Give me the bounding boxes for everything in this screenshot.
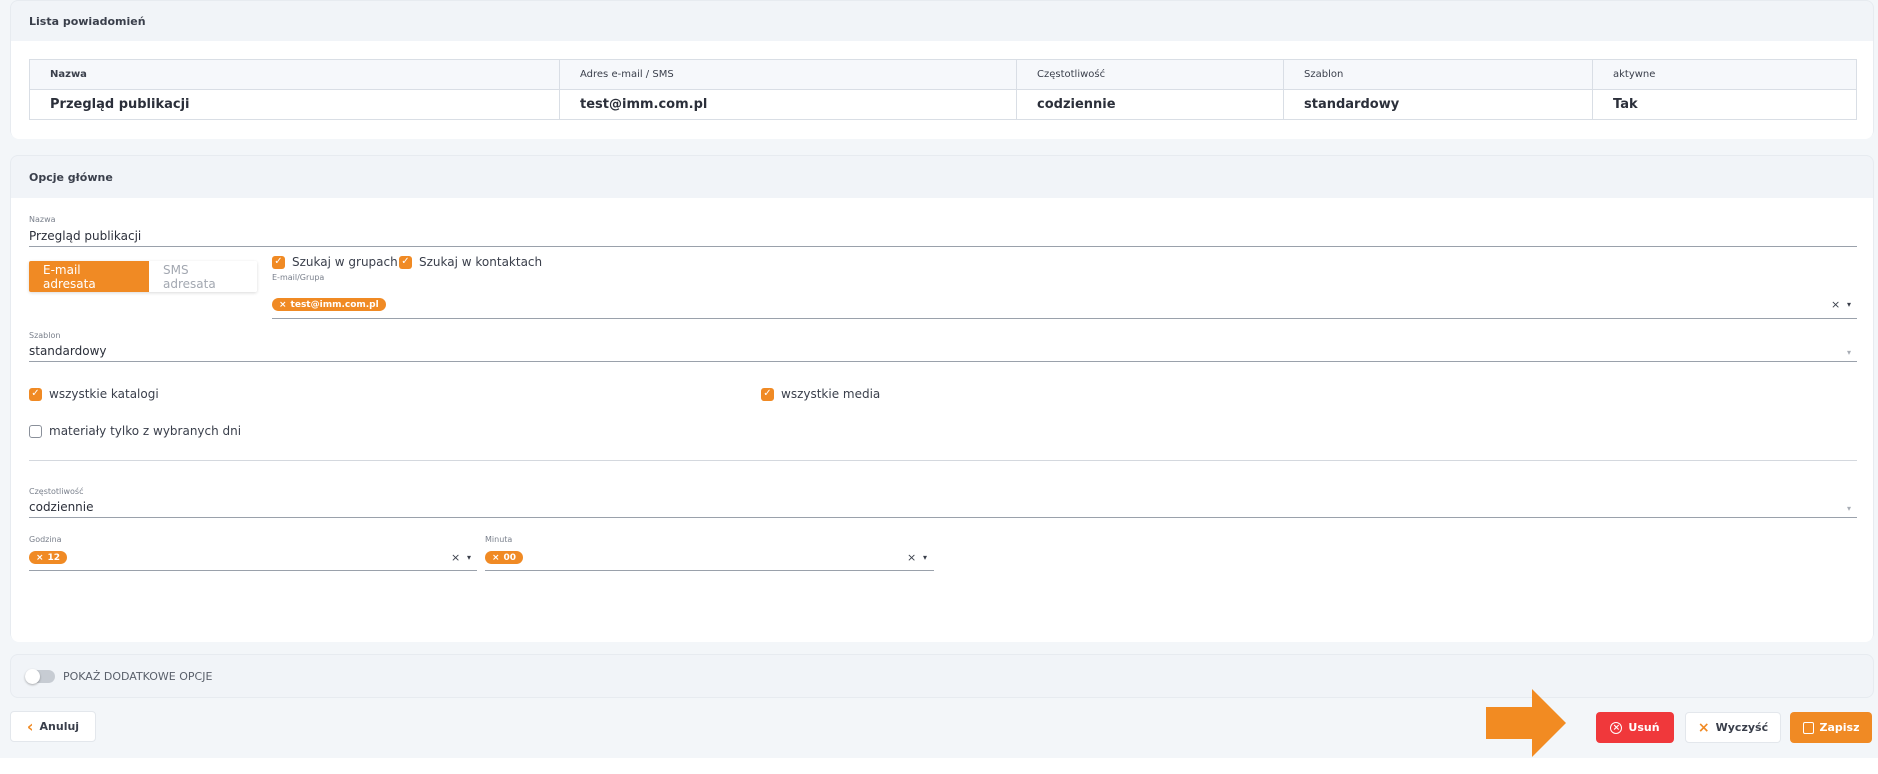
checkbox-box (29, 424, 42, 438)
clear-button[interactable]: × Wyczyść (1685, 712, 1781, 743)
arrow-right-icon (1486, 689, 1566, 757)
name-label: Nazwa (29, 215, 56, 224)
notifications-title: Lista powiadomień (29, 14, 146, 28)
extra-options-card: POKAŻ DODATKOWE OPCJE (10, 654, 1874, 698)
check-icon: ✓ (399, 255, 412, 269)
page: Lista powiadomień Nazwa Adres e-mail / S… (0, 0, 1878, 758)
notifications-table: Nazwa Adres e-mail / SMS Częstotliwość S… (29, 59, 1857, 120)
check-icon: ✓ (272, 255, 285, 269)
main-options-card: Opcje główne Nazwa Przegląd publikacji E… (10, 155, 1874, 642)
toggle-knob (25, 669, 40, 684)
hour-select[interactable] (29, 548, 477, 571)
hour-chip[interactable]: × 12 (29, 551, 68, 564)
chip-remove-icon[interactable]: × (279, 300, 287, 310)
cell-frequency[interactable]: codziennie (1016, 89, 1284, 120)
template-label: Szablon (29, 331, 61, 340)
selected-days-checkbox[interactable]: materiały tylko z wybranych dni (29, 424, 241, 438)
col-frequency[interactable]: Częstotliwość (1016, 59, 1284, 90)
chevron-down-icon[interactable]: ▾ (1847, 300, 1851, 309)
table-header-row: Nazwa Adres e-mail / SMS Częstotliwość S… (29, 59, 1857, 90)
email-chip[interactable]: × test@imm.com.pl (272, 298, 386, 311)
minute-select[interactable] (485, 548, 934, 571)
main-options-title: Opcje główne (29, 170, 113, 184)
cell-active[interactable]: Tak (1593, 90, 1857, 120)
frequency-select[interactable]: codziennie (29, 500, 1857, 518)
minute-chip[interactable]: × 00 (485, 551, 524, 564)
table-row[interactable]: Przegląd publikacji test@imm.com.pl codz… (29, 89, 1857, 120)
template-select[interactable]: standardowy (29, 344, 1857, 362)
check-icon: ✓ (761, 387, 774, 401)
delete-button[interactable]: × Usuń (1596, 712, 1674, 743)
close-icon: × (1697, 719, 1710, 736)
extra-options-label: POKAŻ DODATKOWE OPCJE (63, 670, 213, 683)
divider (29, 460, 1857, 461)
chevron-down-icon[interactable]: ▾ (923, 553, 927, 562)
hour-label: Godzina (29, 535, 62, 544)
tab-email-recipient[interactable]: E-mail adresata (29, 261, 149, 292)
all-media-checkbox[interactable]: ✓ wszystkie media (761, 387, 880, 401)
clear-icon[interactable]: × (1831, 298, 1840, 311)
clear-icon[interactable]: × (907, 551, 916, 564)
save-icon (1802, 721, 1814, 734)
clear-icon[interactable]: × (451, 551, 460, 564)
col-active[interactable]: aktywne (1592, 59, 1857, 90)
chevron-down-icon[interactable]: ▾ (1847, 504, 1851, 513)
search-contacts-checkbox[interactable]: ✓ Szukaj w kontaktach (399, 255, 542, 269)
cell-email[interactable]: test@imm.com.pl (559, 89, 1017, 120)
notifications-card: Lista powiadomień Nazwa Adres e-mail / S… (10, 0, 1874, 139)
chevron-down-icon[interactable]: ▾ (467, 553, 471, 562)
minute-label: Minuta (485, 535, 513, 544)
col-name[interactable]: Nazwa (29, 59, 560, 90)
cancel-button[interactable]: ‹ Anuluj (10, 711, 96, 742)
email-group-select[interactable] (272, 290, 1857, 319)
cell-template[interactable]: standardowy (1283, 89, 1593, 120)
name-input[interactable]: Przegląd publikacji (29, 229, 1857, 247)
tab-sms-recipient[interactable]: SMS adresata (149, 261, 257, 292)
cell-name[interactable]: Przegląd publikacji (29, 89, 560, 120)
chip-remove-icon[interactable]: × (492, 553, 500, 563)
search-groups-checkbox[interactable]: ✓ Szukaj w grupach (272, 255, 398, 269)
x-circle-icon: × (1610, 721, 1623, 734)
recipient-type-toggle: E-mail adresata SMS adresata (29, 261, 257, 292)
chevron-left-icon: ‹ (26, 717, 34, 736)
email-group-label: E-mail/Grupa (272, 273, 325, 282)
chip-remove-icon[interactable]: × (36, 553, 44, 563)
save-button[interactable]: Zapisz (1790, 712, 1872, 743)
col-email[interactable]: Adres e-mail / SMS (559, 59, 1017, 90)
chevron-down-icon[interactable]: ▾ (1847, 348, 1851, 357)
col-template[interactable]: Szablon (1283, 59, 1593, 90)
extra-options-toggle[interactable] (25, 669, 55, 684)
check-icon: ✓ (29, 387, 42, 401)
frequency-label: Częstotliwość (29, 487, 84, 496)
all-catalogs-checkbox[interactable]: ✓ wszystkie katalogi (29, 387, 159, 401)
